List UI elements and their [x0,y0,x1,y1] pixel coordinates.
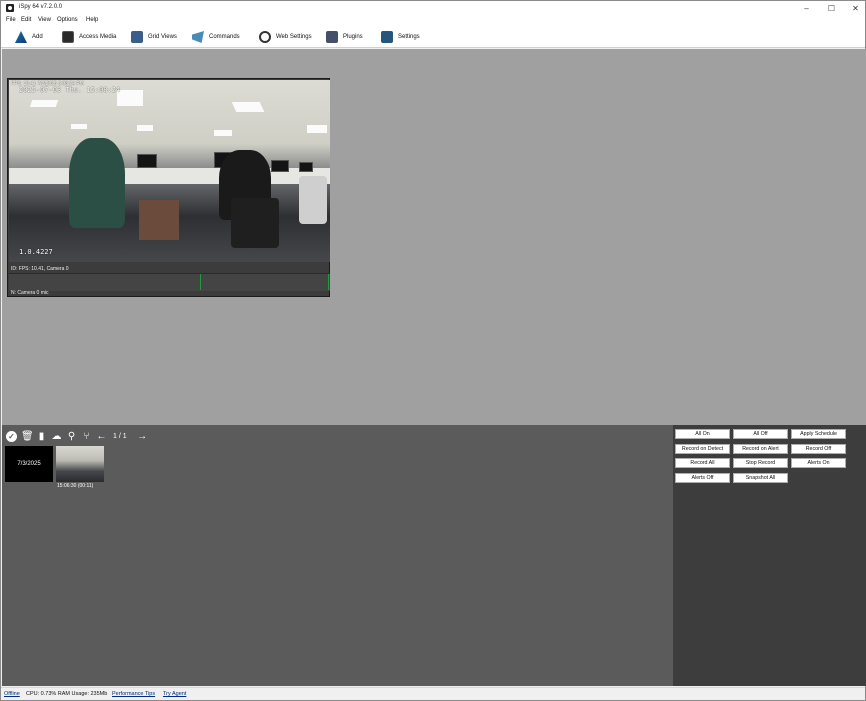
grid-views-icon [131,31,143,43]
close-button[interactable]: ✕ [850,3,861,14]
snapshot-all-button[interactable]: Snapshot All [733,473,788,483]
audio-level-marker [200,274,201,290]
ceiling-light [71,124,87,129]
web-settings-button[interactable]: Web Settings [259,30,312,44]
stop-record-button[interactable]: Stop Record [733,458,788,468]
apply-schedule-button[interactable]: Apply Schedule [791,429,846,439]
menu-edit[interactable]: Edit [21,17,31,23]
monitor [299,162,313,172]
select-all-icon[interactable]: ✓ [6,430,17,442]
plugins-icon [326,31,338,43]
ceiling-light [214,130,232,136]
person [69,138,125,228]
alerts-on-button[interactable]: Alerts On [791,458,846,468]
record-off-button[interactable]: Record Off [791,444,846,454]
monitor [271,160,289,172]
settings-icon [381,31,393,43]
menu-file[interactable]: File [6,17,16,23]
offline-link[interactable]: Offline [4,691,20,697]
media-toolbar: ✓ 🗑 ▮ ☁ ⚲ ⑂ ← 1 / 1 → [2,429,148,443]
app-logo-icon [6,4,14,12]
add-camera-icon [15,31,27,43]
window-title: iSpy 64 v7.2.0.0 [19,4,63,10]
title-bar: iSpy 64 v7.2.0.0 – ☐ ✕ [1,1,865,16]
maximize-button[interactable]: ☐ [826,3,837,14]
camera-grid-area: FPS: 10.41 7/3/2025 3:08:24 PM 2025-07-0… [2,49,866,425]
audio-level-marker [328,274,329,290]
cpu-ram-usage: CPU: 0.73% RAM Usage: 235Mb [26,691,108,697]
archive-icon[interactable]: ▮ [36,431,47,442]
media-panel: ✓ 🗑 ▮ ☁ ⚲ ⑂ ← 1 / 1 → 7/3/2025 15:06:30 … [2,425,673,686]
app-window: iSpy 64 v7.2.0.0 – ☐ ✕ File Edit View Op… [0,0,866,701]
all-off-button[interactable]: All Off [733,429,788,439]
commands-button[interactable]: Commands [192,30,240,44]
delete-icon[interactable]: 🗑 [21,431,34,442]
ceiling-light [307,125,327,133]
toolbar: Add Access Media Grid Views Commands Web… [1,26,865,48]
try-agent-link[interactable]: Try Agent [163,691,186,697]
record-on-alert-button[interactable]: Record on Alert [733,444,788,454]
date-group-tile[interactable]: 7/3/2025 [5,446,53,482]
add-button[interactable]: Add [15,30,43,44]
camera-id-overlay: 1.0.4227 [19,248,53,256]
menu-bar: File Edit View Options Help [1,16,865,26]
camera-status-text: ID: FPS: 10.41, Camera 0 [11,266,69,272]
all-on-button[interactable]: All On [675,429,730,439]
action-panel: All On All Off Apply Schedule Record on … [673,425,866,686]
plugins-button[interactable]: Plugins [326,30,363,44]
recording-thumbnail[interactable] [56,446,104,482]
access-media-button[interactable]: Access Media [62,30,116,44]
chair [299,176,327,224]
media-icon [62,31,74,43]
ceiling-light [29,100,59,107]
monitor [137,154,157,168]
chair [231,198,279,248]
menu-options[interactable]: Options [57,17,78,23]
ceiling-light [231,102,265,112]
camera-feed[interactable]: FPS: 10.41 7/3/2025 3:08:24 PM 2025-07-0… [9,80,330,262]
minimize-button[interactable]: – [801,3,812,14]
previous-page-icon[interactable]: ← [96,431,107,442]
search-icon[interactable]: ⚲ [66,431,77,442]
web-settings-icon [259,31,271,43]
camera-tile[interactable]: FPS: 10.41 7/3/2025 3:08:24 PM 2025-07-0… [7,78,330,297]
merge-icon[interactable]: ⑂ [81,431,92,442]
microphone-label: N: Camera 0 mic [11,290,49,296]
ceiling-light [117,90,143,106]
settings-button[interactable]: Settings [381,30,420,44]
alerts-off-button[interactable]: Alerts Off [675,473,730,483]
status-bar: Offline CPU: 0.73% RAM Usage: 235Mb Perf… [1,687,865,700]
camera-timestamp-overlay: 2025-07-03 Thu. 15:08:24 [19,86,121,94]
record-on-detect-button[interactable]: Record on Detect [675,444,730,454]
menu-view[interactable]: View [38,17,51,23]
cabinet [139,200,179,240]
recording-caption: 15:06:30 (00:11) [57,483,94,489]
record-all-button[interactable]: Record All [675,458,730,468]
page-indicator: 1 / 1 [113,432,127,440]
cloud-upload-icon[interactable]: ☁ [51,431,62,442]
audio-level-bar [9,273,330,291]
performance-tips-link[interactable]: Performance Tips [112,691,155,697]
commands-icon [192,31,204,43]
menu-help[interactable]: Help [86,17,98,23]
next-page-icon[interactable]: → [137,431,148,442]
ceiling-light [137,125,153,131]
grid-views-button[interactable]: Grid Views [131,30,177,44]
